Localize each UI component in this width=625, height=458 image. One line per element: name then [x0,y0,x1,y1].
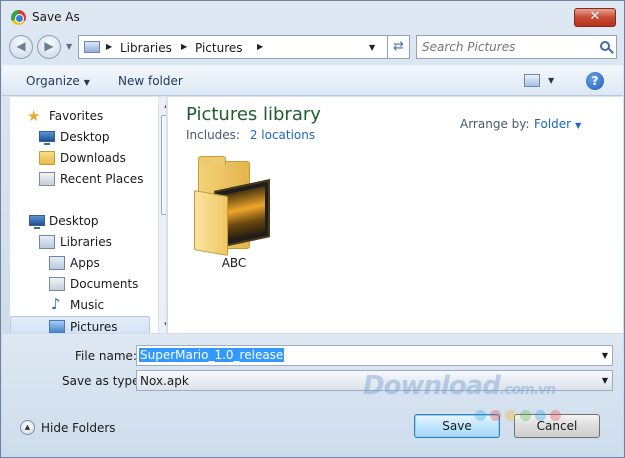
sidebar-item-downloads[interactable]: Downloads [10,148,150,168]
watermark-dot [520,410,531,421]
sidebar-item-label: Documents [70,277,139,291]
back-button[interactable]: ◀ [9,35,33,59]
downloads-folder-icon [39,151,55,165]
sidebar-item-label: Desktop [60,130,110,144]
breadcrumb-libraries[interactable]: Libraries [120,41,172,55]
search-input[interactable] [422,40,592,54]
organize-menu[interactable]: Organize ▼ [26,74,90,88]
watermark-dot [550,410,561,421]
folder-front-graphic [194,190,228,256]
file-name-value[interactable]: SuperMario_1.0_release [139,348,285,362]
chevron-down-icon: ▼ [83,78,90,87]
library-title: Pictures library [186,104,321,125]
desktop-icon [29,215,45,229]
window-title: Save As [32,10,80,24]
save-as-type-label: Save as type: [62,374,144,388]
download-watermark-logo: Download.com.vn [363,371,556,401]
watermark-dot [505,410,516,421]
watermark-dots [475,410,575,422]
sidebar-item-recent-places[interactable]: Recent Places [10,169,150,189]
arrange-by-dropdown[interactable]: Folder ▼ [534,117,581,131]
sidebar-item-label: Desktop [49,214,99,228]
libraries-icon [39,235,55,249]
forward-button[interactable]: ▶ [37,35,61,59]
file-name-field[interactable]: SuperMario_1.0_release ▼ [136,345,613,366]
file-list: Pictures library Includes: 2 locations A… [168,97,623,333]
watermark-text: Download [363,371,501,401]
sidebar-item-pictures[interactable]: Pictures [10,316,150,333]
sidebar-item-label: Downloads [60,151,126,165]
title-bar: Save As ✕ [1,1,624,33]
help-icon[interactable]: ? [586,72,604,90]
save-as-type-chevron-down-icon[interactable]: ▼ [602,376,608,385]
sidebar-item-favorites[interactable]: ★ Favorites [10,106,150,126]
locations-link[interactable]: 2 locations [250,128,315,142]
arrange-by-label: Arrange by: [460,117,530,131]
sidebar-item-label: Pictures [70,320,118,333]
breadcrumb-separator-icon[interactable]: ▶ [106,42,112,51]
sidebar-item-label: Libraries [60,235,112,249]
includes-label: Includes: [186,128,240,142]
new-folder-button[interactable]: New folder [118,74,183,88]
scroll-up-icon[interactable]: ▲ [159,97,166,113]
folder-label: ABC [221,256,247,270]
apps-icon [49,256,65,270]
sidebar-item-label: Apps [70,256,100,270]
desktop-icon [39,131,55,145]
file-name-label: File name: [75,349,137,363]
address-bar[interactable]: ▶ Libraries ▶ Pictures ▶ ▼ [78,35,388,59]
sidebar-item-label: Music [70,298,105,312]
library-includes: Includes: 2 locations [186,128,315,142]
folder-item-abc[interactable]: ABC [190,155,286,275]
refresh-icon: ⇄ [393,39,404,54]
sidebar-item-apps[interactable]: Apps [10,253,150,273]
file-name-chevron-down-icon[interactable]: ▼ [602,351,608,360]
search-box[interactable] [416,35,617,59]
sidebar-item-label: Favorites [49,109,104,123]
address-chevron-down-icon[interactable]: ▼ [369,43,375,52]
chevron-down-icon: ▼ [575,121,582,130]
chevron-up-icon: ▲ [20,420,35,435]
chrome-icon [11,10,26,25]
breadcrumb-separator-icon[interactable]: ▶ [181,42,187,51]
arrange-by-value: Folder [534,117,572,131]
hide-folders-label: Hide Folders [41,421,116,435]
recent-places-icon [39,172,55,186]
watermark-suffix: .com.vn [499,382,556,398]
change-view-icon[interactable] [524,74,540,87]
watermark-dot [475,410,486,421]
sidebar-item-libraries[interactable]: Libraries [10,232,150,252]
libraries-icon [84,41,100,53]
breadcrumb-pictures[interactable]: Pictures [195,41,243,55]
navigation-pane: ★ Favorites Desktop Downloads Recent Pla… [10,97,167,333]
sidebar-item-documents[interactable]: Documents [10,274,150,294]
search-icon[interactable] [600,41,610,51]
save-as-dialog: Save As ✕ ◀ ▶ ▼ ▶ Libraries ▶ Pictures ▶… [0,0,625,458]
organize-label: Organize [26,74,80,88]
refresh-button[interactable]: ⇄ [388,35,410,59]
navigation-pane-scrollbar[interactable]: ▲ ▼ [158,97,166,333]
pictures-icon [49,320,65,333]
scroll-down-icon[interactable]: ▼ [159,317,166,333]
music-icon: ♪ [51,295,61,313]
sidebar-item-desktop-root[interactable]: Desktop [10,211,150,231]
watermark-dot [535,410,546,421]
breadcrumb-separator-icon[interactable]: ▶ [257,42,263,51]
scroll-thumb[interactable] [161,115,166,215]
view-options-chevron-down-icon[interactable]: ▼ [548,76,554,85]
documents-icon [49,277,65,291]
save-as-type-value: Nox.apk [140,374,189,388]
star-icon: ★ [27,107,41,125]
sidebar-item-label: Recent Places [60,172,144,186]
watermark-dot [490,410,501,421]
close-button[interactable]: ✕ [574,8,616,27]
navigation-bar: ◀ ▶ ▼ ▶ Libraries ▶ Pictures ▶ ▼ ⇄ [9,34,617,60]
sidebar-item-music[interactable]: ♪ Music [10,295,150,315]
sidebar-item-desktop[interactable]: Desktop [10,127,150,147]
recent-locations-chevron-down-icon[interactable]: ▼ [66,42,72,51]
command-bar: Organize ▼ New folder ▼ ? [2,65,623,96]
